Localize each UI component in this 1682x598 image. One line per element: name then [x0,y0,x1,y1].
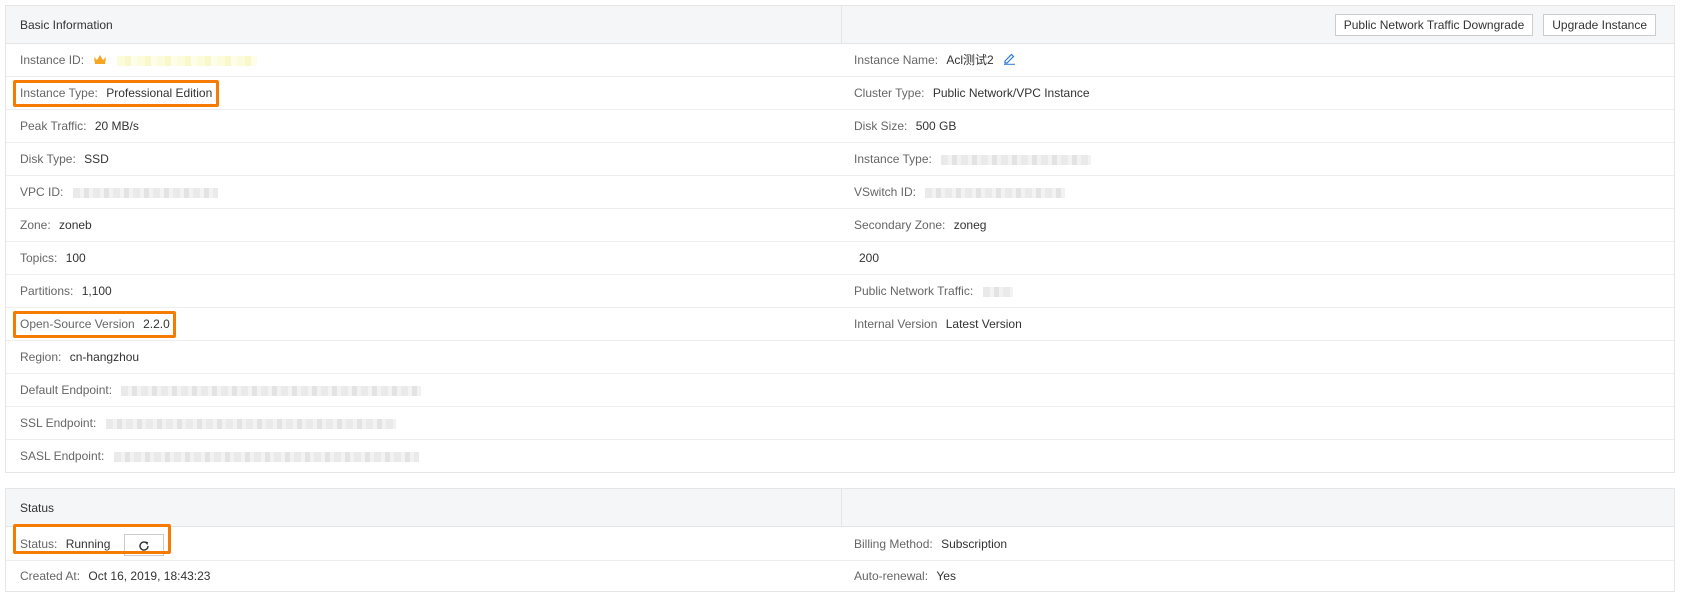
field-value: Public Network/VPC Instance [932,86,1090,100]
billing-method-field: Billing Method: Subscription [854,527,1007,561]
info-row-peak-traffic: Peak Traffic: 20 MB/s Disk Size: 500 GB [6,110,1674,143]
field-value: 1,100 [81,284,112,298]
crown-icon [93,45,107,77]
instance-name-field: Instance Name: Acl测试2 [854,44,1016,76]
redacted-value [982,286,1013,297]
info-row-instance-type: Instance Type: Professional Edition Clus… [6,77,1674,110]
info-row-ssl-endpoint: SSL Endpoint: [6,407,1674,440]
header-divider [841,489,842,526]
field-label: Peak Traffic: [20,119,87,133]
status-panel: Status Status: Running Billing Method: S… [5,488,1675,592]
zone-field: Zone: zoneb [20,209,92,241]
field-label: Billing Method: [854,537,933,551]
info-row-region: Region: cn-hangzhou [6,341,1674,374]
field-label: Topics: [20,251,58,265]
info-row-default-endpoint: Default Endpoint: [6,374,1674,407]
info-row-disk-type: Disk Type: SSD Instance Type: [6,143,1674,176]
field-label: Instance Name: [854,53,939,67]
redacted-value [113,451,419,462]
field-value: Subscription [941,537,1008,551]
field-label: Zone: [20,218,51,232]
field-value: SSD [84,152,109,166]
topics-field: Topics: 100 [20,242,86,274]
public-network-traffic-field: Public Network Traffic: [854,275,1013,307]
status-row: Status: Running Billing Method: Subscrip… [6,527,1674,561]
created-at-row: Created At: Oct 16, 2019, 18:43:23 Auto-… [6,561,1674,591]
highlight-status [13,524,171,554]
field-label: Instance ID: [20,53,85,67]
redacted-value [941,154,1092,165]
public-network-traffic-downgrade-button[interactable]: Public Network Traffic Downgrade [1334,14,1534,36]
disk-size-field: Disk Size: 500 GB [854,110,956,142]
info-row-vpc-id: VPC ID: VSwitch ID: [6,176,1674,209]
field-label: SASL Endpoint: [20,449,105,463]
sasl-endpoint-field: SASL Endpoint: [20,440,419,472]
info-row-sasl-endpoint: SASL Endpoint: [6,440,1674,473]
field-label: Region: [20,350,62,364]
instance-id-field: Instance ID: [20,44,257,76]
field-label: Disk Size: [854,119,908,133]
field-label: Cluster Type: [854,86,925,100]
field-value: 200 [859,251,880,265]
field-label: Disk Type: [20,152,76,166]
disk-type-field: Disk Type: SSD [20,143,109,175]
redacted-value [116,55,257,66]
redacted-value [925,187,1066,198]
internal-version-field: Internal Version Latest Version [854,308,1022,340]
field-label: SSL Endpoint: [20,416,97,430]
redacted-value [121,385,422,396]
field-label: Partitions: [20,284,74,298]
partitions-field: Partitions: 1,100 [20,275,112,307]
redacted-value [105,418,396,429]
field-label: Default Endpoint: [20,383,113,397]
field-value: Latest Version [945,317,1022,331]
default-endpoint-field: Default Endpoint: [20,374,422,406]
field-label: Created At: [20,569,81,583]
field-value: cn-hangzhou [69,350,140,364]
field-value: 500 GB [915,119,957,133]
panel-title: Basic Information [20,18,113,32]
pencil-icon[interactable] [1003,45,1016,77]
field-label: Secondary Zone: [854,218,946,232]
header-divider [841,6,842,43]
field-value: Oct 16, 2019, 18:43:23 [88,569,211,583]
auto-renewal-field: Auto-renewal: Yes [854,561,956,591]
field-label: Instance Type: [854,152,932,166]
info-row-zone: Zone: zoneb Secondary Zone: zoneg [6,209,1674,242]
vswitch-id-field: VSwitch ID: [854,176,1066,208]
status-header: Status [6,489,1674,527]
secondary-zone-field: Secondary Zone: zoneg [854,209,986,241]
highlight-open-source-version [13,311,176,338]
field-value: 100 [65,251,86,265]
redacted-value [72,187,218,198]
info-row-instance-id: Instance ID: Instance Name: Acl测试2 [6,44,1674,77]
field-label: Auto-renewal: [854,569,929,583]
field-value: Yes [936,569,956,583]
highlight-instance-type [13,80,219,107]
instance-spec-type-field: Instance Type: [854,143,1092,175]
field-label: Internal Version [854,317,938,331]
ssl-endpoint-field: SSL Endpoint: [20,407,396,439]
field-value: Acl测试2 [946,53,994,67]
field-value: zoneb [59,218,92,232]
field-value: zoneg [953,218,987,232]
info-row-open-source-version: Open-Source Version 2.2.0 Internal Versi… [6,308,1674,341]
upgrade-instance-button[interactable]: Upgrade Instance [1543,14,1656,36]
panel-title: Status [20,501,55,515]
basic-information-header: Basic Information Public Network Traffic… [6,6,1674,44]
info-row-topics: Topics: 100 200 [6,242,1674,275]
field-label: Public Network Traffic: [854,284,974,298]
region-field: Region: cn-hangzhou [20,341,139,373]
created-at-field: Created At: Oct 16, 2019, 18:43:23 [20,561,210,591]
peak-traffic-field: Peak Traffic: 20 MB/s [20,110,139,142]
info-row-partitions: Partitions: 1,100 Public Network Traffic… [6,275,1674,308]
cluster-type-field: Cluster Type: Public Network/VPC Instanc… [854,77,1090,109]
header-actions: Public Network Traffic Downgrade Upgrade… [1334,14,1656,36]
field-label: VSwitch ID: [854,185,917,199]
basic-information-panel: Basic Information Public Network Traffic… [5,5,1675,473]
unlabeled-count-field: 200 [854,242,879,274]
field-label: VPC ID: [20,185,64,199]
vpc-id-field: VPC ID: [20,176,218,208]
field-value: 20 MB/s [94,119,139,133]
